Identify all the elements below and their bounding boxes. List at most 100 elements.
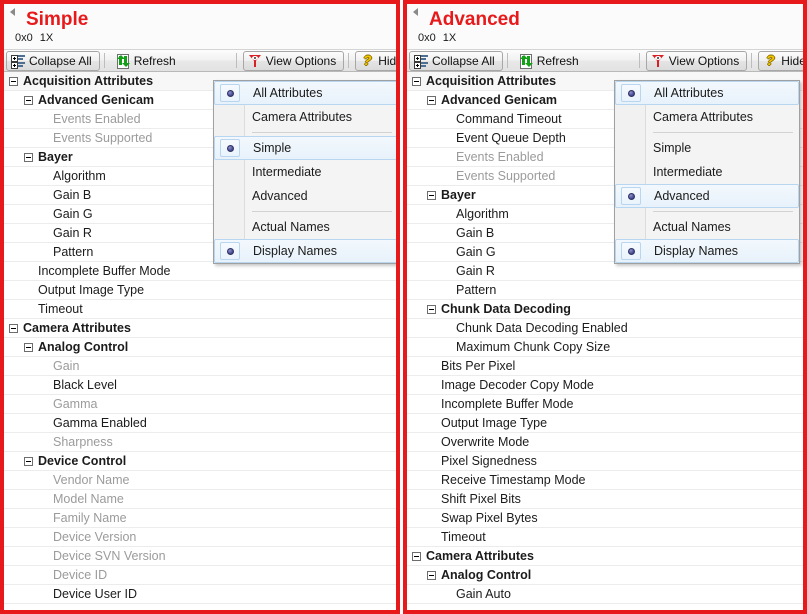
tree-row[interactable]: Maximum Chunk Copy Size (407, 338, 803, 357)
tree-row[interactable]: Shift Pixel Bits (407, 490, 803, 509)
tree-row[interactable]: Gain Auto (407, 585, 803, 604)
menu-item[interactable]: Camera Attributes (615, 105, 799, 129)
radio-selected-icon[interactable] (220, 139, 242, 157)
tree-row[interactable]: Analog Control (407, 566, 803, 585)
collapse-minus-icon[interactable] (9, 77, 18, 86)
collapse-all-button[interactable]: Collapse All (6, 51, 100, 71)
collapse-minus-icon[interactable] (9, 324, 18, 333)
radio-selected-icon[interactable] (621, 84, 643, 102)
tree-row[interactable]: Device ID (4, 566, 396, 585)
tree-row-label: Camera Attributes (23, 321, 131, 335)
tree-row-label: Timeout (38, 302, 83, 316)
collapse-minus-icon[interactable] (24, 457, 33, 466)
tree-row[interactable]: Incomplete Buffer Mode (4, 262, 396, 281)
tree-row[interactable]: Bits Per Pixel (407, 357, 803, 376)
tree-row[interactable]: Pattern (407, 281, 803, 300)
view-options-label: View Options (265, 54, 337, 68)
tree-row[interactable]: Gain (4, 357, 396, 376)
tree-row[interactable]: Image Decoder Copy Mode (407, 376, 803, 395)
hide-help-label: Hide Help (378, 54, 396, 68)
tree-row[interactable]: Vendor Name (4, 471, 396, 490)
collapse-minus-icon[interactable] (24, 96, 33, 105)
tree-row[interactable]: Device User ID (4, 585, 396, 604)
collapse-minus-icon[interactable] (427, 305, 436, 314)
view-options-button[interactable]: View Options (242, 51, 345, 71)
refresh-button[interactable]: Refresh (514, 51, 587, 71)
collapse-minus-icon[interactable] (412, 77, 421, 86)
tree-row[interactable]: Device Version (4, 528, 396, 547)
tree-row[interactable]: Chunk Data Decoding (407, 300, 803, 319)
toolbar-separator (751, 53, 753, 68)
tree-row-label: Algorithm (53, 169, 106, 183)
view-options-menu-simple[interactable]: All Attributes Camera Attributes Simple Int… (213, 80, 396, 264)
menu-item-label: Simple (253, 141, 292, 155)
menu-item[interactable]: Simple (615, 136, 799, 160)
tree-row-label: Chunk Data Decoding (441, 302, 571, 316)
radio-selected-icon[interactable] (621, 187, 643, 205)
tree-row[interactable]: Incomplete Buffer Mode (407, 395, 803, 414)
menu-item[interactable]: Advanced (615, 184, 799, 208)
tree-row[interactable]: Swap Pixel Bytes (407, 509, 803, 528)
menu-item[interactable]: Actual Names (615, 215, 799, 239)
collapse-all-button[interactable]: Collapse All (409, 51, 503, 71)
refresh-button[interactable]: Refresh (111, 51, 184, 71)
tree-row[interactable]: Black Level (4, 376, 396, 395)
tree-row-label: Events Enabled (456, 150, 544, 164)
tree-row[interactable]: Output Image Type (407, 414, 803, 433)
menu-item-label: Display Names (253, 244, 338, 258)
tree-row-label: Event Queue Depth (456, 131, 566, 145)
radio-selected-icon[interactable] (220, 242, 242, 260)
tree-row[interactable]: Camera Attributes (4, 319, 396, 338)
collapse-arrow-icon[interactable] (413, 8, 418, 16)
tree-row[interactable]: Overwrite Mode (407, 433, 803, 452)
tree-row[interactable]: Sharpness (4, 433, 396, 452)
collapse-minus-icon[interactable] (427, 191, 436, 200)
collapse-all-label: Collapse All (29, 54, 92, 68)
menu-item[interactable]: Advanced (214, 184, 396, 208)
collapse-minus-icon[interactable] (427, 96, 436, 105)
tree-row[interactable]: Chunk Data Decoding Enabled (407, 319, 803, 338)
tree-row[interactable]: Camera Attributes (407, 547, 803, 566)
tree-row[interactable]: Device Control (4, 452, 396, 471)
tree-row-label: Advanced Genicam (38, 93, 155, 107)
collapse-all-label: Collapse All (432, 54, 495, 68)
tree-row[interactable]: Gamma (4, 395, 396, 414)
tree-row[interactable]: Timeout (407, 528, 803, 547)
tree-row[interactable]: Timeout (4, 300, 396, 319)
tree-row[interactable]: Gamma Enabled (4, 414, 396, 433)
collapse-minus-icon[interactable] (412, 552, 421, 561)
menu-item[interactable]: Intermediate (214, 160, 396, 184)
menu-item[interactable]: All Attributes (214, 81, 396, 105)
collapse-minus-icon[interactable] (427, 571, 436, 580)
menu-item[interactable]: Display Names (214, 239, 396, 263)
hide-help-button[interactable]: ? Hide Help (355, 51, 396, 71)
menu-item[interactable]: All Attributes (615, 81, 799, 105)
menu-item[interactable]: Actual Names (214, 215, 396, 239)
collapse-arrow-icon[interactable] (10, 8, 15, 16)
menu-item[interactable]: Camera Attributes (214, 105, 396, 129)
tree-row[interactable]: Model Name (4, 490, 396, 509)
tree-row-label: Device SVN Version (53, 549, 166, 563)
radio-selected-icon[interactable] (621, 242, 643, 260)
tree-row[interactable]: Output Image Type (4, 281, 396, 300)
tree-row[interactable]: Receive Timestamp Mode (407, 471, 803, 490)
menu-item[interactable]: Display Names (615, 239, 799, 263)
hide-help-button[interactable]: ? Hide Help (758, 51, 803, 71)
tree-row[interactable]: Family Name (4, 509, 396, 528)
collapse-minus-icon[interactable] (24, 343, 33, 352)
collapse-minus-icon[interactable] (24, 153, 33, 162)
view-options-button[interactable]: View Options (645, 51, 748, 71)
menu-item[interactable]: Simple (214, 136, 396, 160)
zoom-value: 1X (442, 32, 457, 44)
tree-row[interactable]: Pixel Signedness (407, 452, 803, 471)
tree-row[interactable]: Device SVN Version (4, 547, 396, 566)
tree-row[interactable]: Analog Control (4, 338, 396, 357)
radio-selected-icon[interactable] (220, 84, 242, 102)
view-options-menu-advanced[interactable]: All Attributes Camera Attributes Simple Int… (614, 80, 800, 264)
tree-row-label: Vendor Name (53, 473, 130, 487)
tree-row-label: Device User ID (53, 587, 138, 601)
menu-item[interactable]: Intermediate (615, 160, 799, 184)
tree-row[interactable]: Gain R (407, 262, 803, 281)
tree-row-label: Gain Auto (456, 587, 511, 601)
menu-item-label: Simple (653, 141, 692, 155)
